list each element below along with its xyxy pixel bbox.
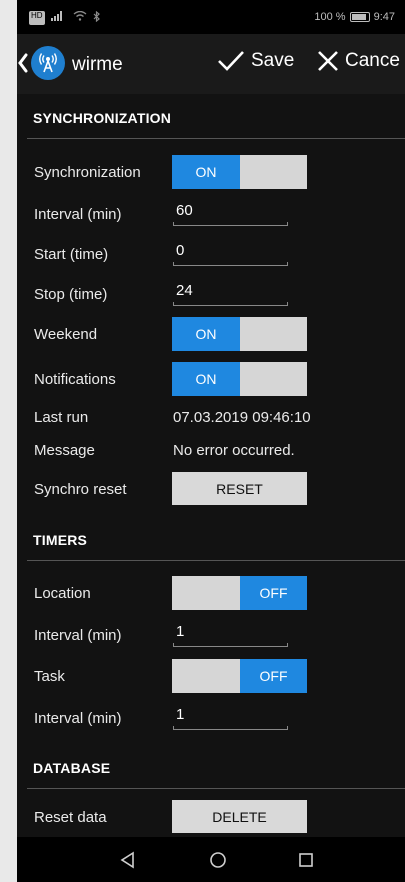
location-label: Location [34,585,91,602]
synchronization-label: Synchronization [34,164,141,181]
start-time-input[interactable]: 0 [173,240,288,268]
last-run-label: Last run [34,409,89,426]
battery-percent: 100 % [314,11,346,23]
toggle-state: OFF [240,659,307,693]
delete-button[interactable]: DELETE [172,800,307,833]
toggle-state: ON [172,155,240,189]
battery-icon [349,12,370,22]
synchronization-toggle[interactable]: ON [172,155,307,189]
wifi-icon [73,10,87,25]
stop-time-input[interactable]: 24 [173,280,288,308]
interval-value: 60 [176,202,193,219]
clock: 9:47 [373,11,395,23]
stop-time-label: Stop (time) [34,286,108,303]
interval-label: Interval (min) [34,206,122,223]
task-interval-value: 1 [176,706,185,723]
section-title-timers: TIMERS [33,532,88,548]
task-interval-label: Interval (min) [34,710,122,727]
start-time-label: Start (time) [34,246,109,263]
location-interval-label: Interval (min) [34,627,122,644]
task-interval-input[interactable]: 1 [173,704,288,732]
cancel-button[interactable]: Cance [317,50,400,72]
task-toggle[interactable]: OFF [172,659,307,693]
reset-button[interactable]: RESET [172,472,307,505]
start-time-value: 0 [176,242,185,259]
section-divider [27,138,405,139]
synchro-reset-label: Synchro reset [34,481,127,498]
weekend-label: Weekend [34,326,98,343]
notifications-label: Notifications [34,371,116,388]
toggle-state: ON [172,317,240,351]
section-divider [27,560,405,561]
input-underline [173,726,288,730]
stop-time-value: 24 [176,282,193,299]
triangle-back-icon[interactable] [117,850,139,870]
weekend-toggle[interactable]: ON [172,317,307,351]
toggle-state: ON [172,362,240,396]
location-interval-input[interactable]: 1 [173,621,288,649]
check-icon [217,50,245,72]
navigation-bar [17,837,405,882]
bluetooth-icon [93,10,101,25]
status-bar: HD 100 % 9:47 [17,0,405,34]
section-divider [27,788,405,789]
antenna-icon[interactable] [31,46,65,80]
save-button[interactable]: Save [217,50,294,72]
interval-input[interactable]: 60 [173,200,288,228]
section-title-synchronization: SYNCHRONIZATION [33,110,172,126]
save-label: Save [251,50,295,71]
reset-data-label: Reset data [34,809,107,826]
location-toggle[interactable]: OFF [172,576,307,610]
section-title-database: DATABASE [33,760,111,776]
input-underline [173,302,288,306]
chevron-left-icon[interactable] [17,48,31,85]
input-underline [173,262,288,266]
last-run-value: 07.03.2019 09:46:10 [173,409,311,426]
square-recent-icon[interactable] [295,850,317,870]
notifications-toggle[interactable]: ON [172,362,307,396]
input-underline [173,222,288,226]
input-underline [173,643,288,647]
signal-icon [50,11,67,25]
carrier-label: HD [29,11,45,25]
toggle-state: OFF [240,576,307,610]
location-interval-value: 1 [176,623,185,640]
app-screen: HD 100 % 9:47 wirme Save Cance SYNCHRONI… [17,0,405,882]
circle-home-icon[interactable] [207,850,229,870]
cancel-label: Cance [345,50,400,71]
message-label: Message [34,442,95,459]
app-title: wirme [72,54,123,75]
close-icon [317,50,339,72]
message-value: No error occurred. [173,442,295,459]
task-label: Task [34,668,65,685]
toolbar: wirme Save Cance [17,34,405,94]
